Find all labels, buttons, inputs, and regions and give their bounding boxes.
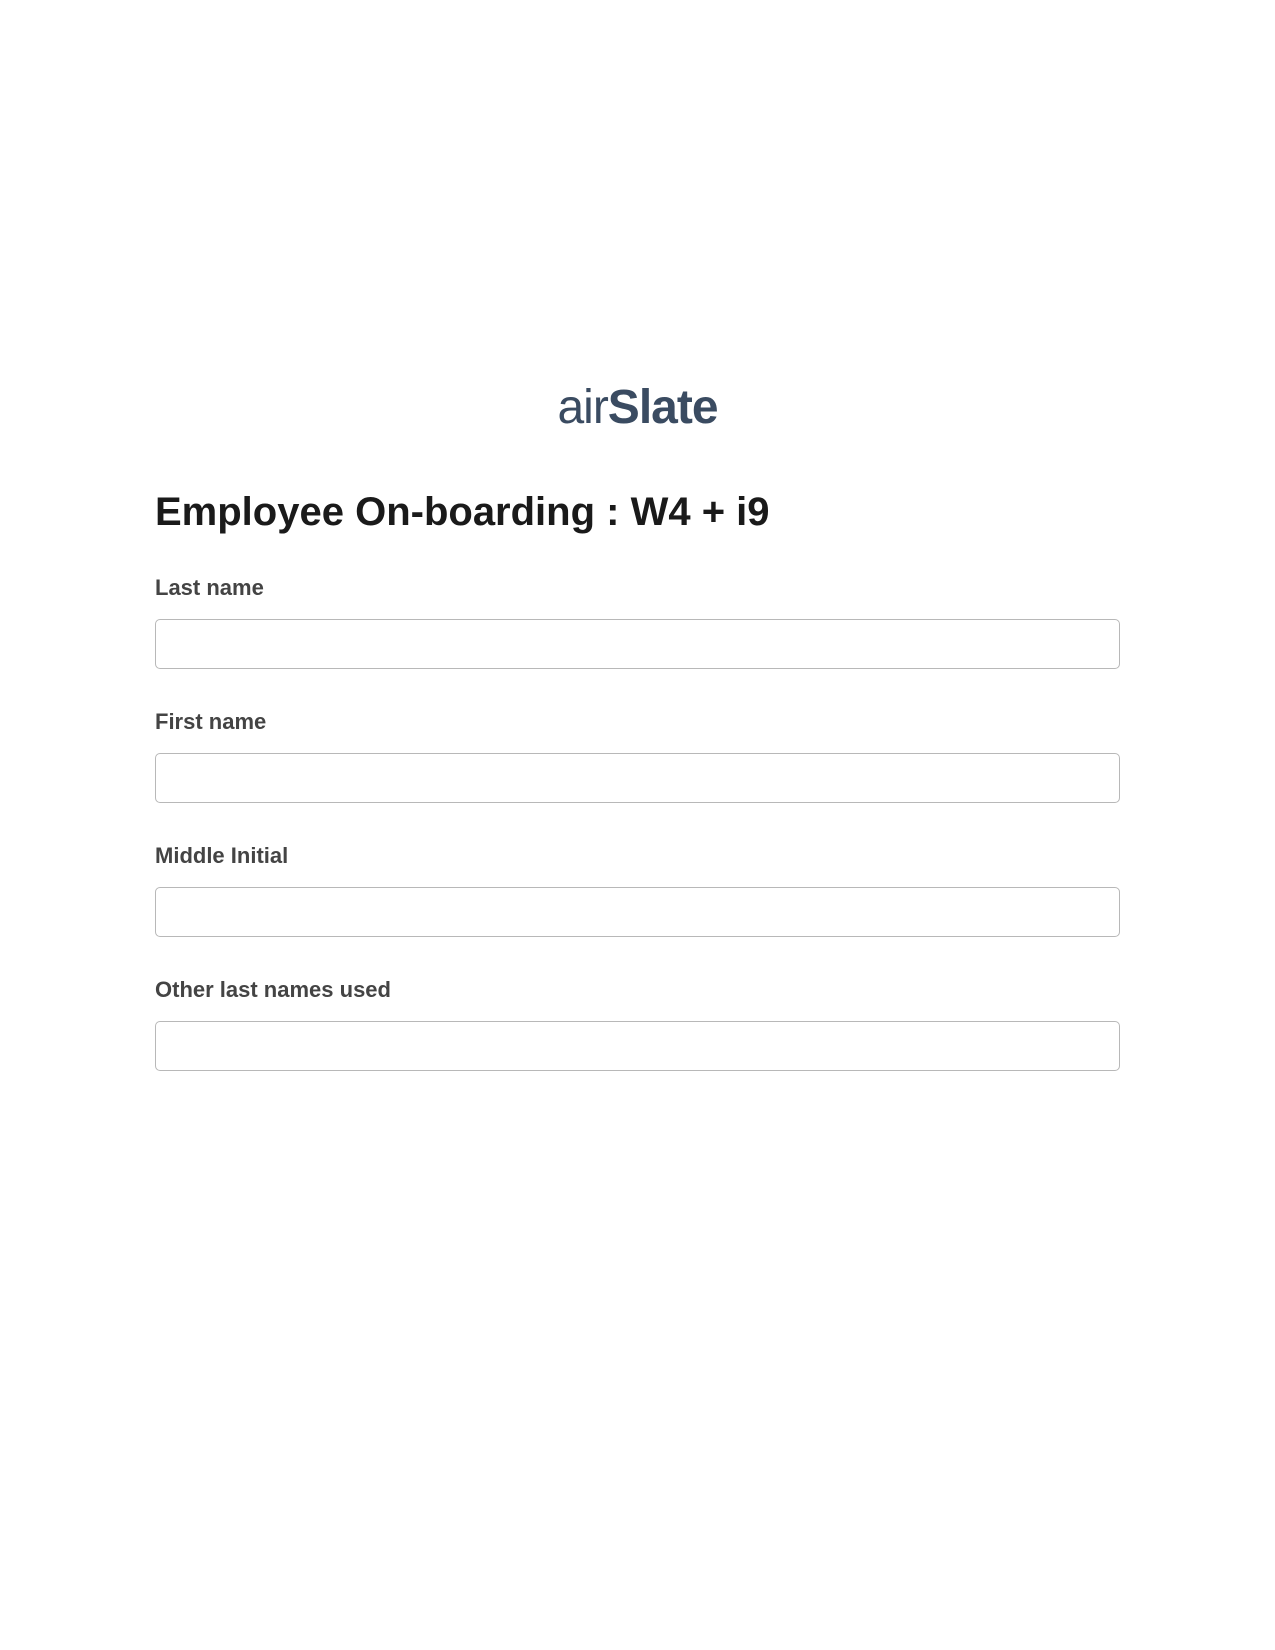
form-group-first-name: First name [155,709,1120,803]
brand-logo: airSlate [0,380,1275,435]
brand-name-part1: air [557,381,607,434]
page-title: Employee On-boarding : W4 + i9 [155,490,770,535]
input-first-name[interactable] [155,753,1120,803]
form-group-last-name: Last name [155,575,1120,669]
form-group-middle-initial: Middle Initial [155,843,1120,937]
input-last-name[interactable] [155,619,1120,669]
brand-name-part2: Slate [608,381,718,434]
label-other-last-names: Other last names used [155,977,1120,1003]
label-last-name: Last name [155,575,1120,601]
label-first-name: First name [155,709,1120,735]
form-group-other-last-names: Other last names used [155,977,1120,1071]
label-middle-initial: Middle Initial [155,843,1120,869]
input-other-last-names[interactable] [155,1021,1120,1071]
form-container: Last name First name Middle Initial Othe… [155,575,1120,1111]
input-middle-initial[interactable] [155,887,1120,937]
